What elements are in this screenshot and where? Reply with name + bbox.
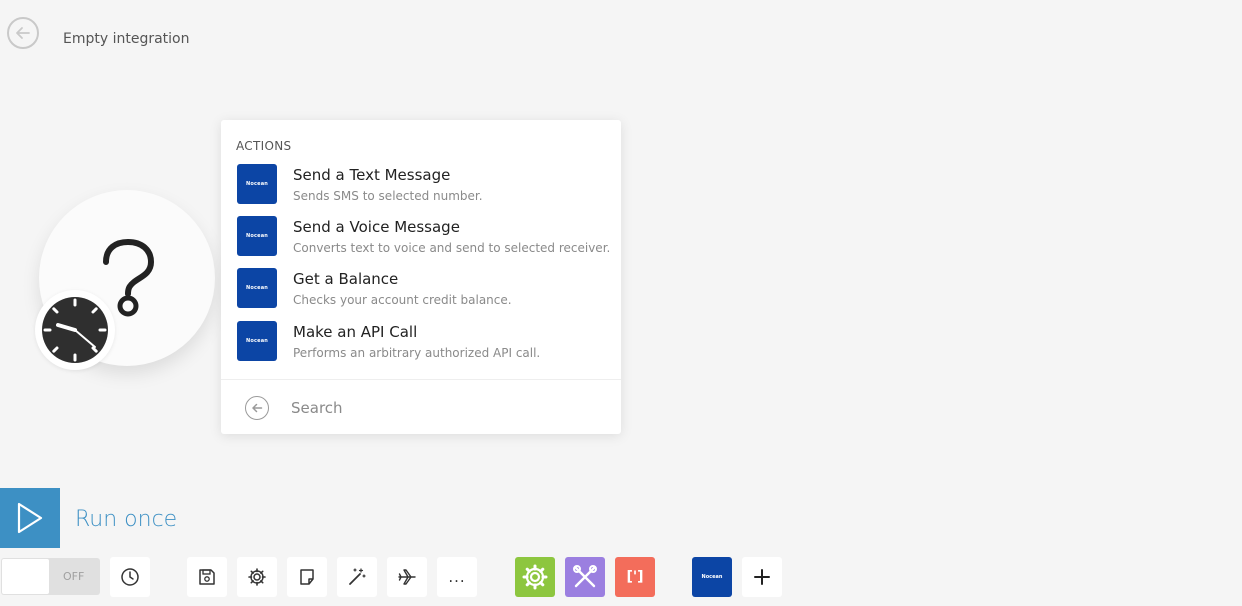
explain-flow-button[interactable]	[387, 557, 427, 597]
brackets-icon: [']	[626, 569, 644, 585]
ellipsis-icon: ...	[448, 568, 466, 586]
auto-align-button[interactable]	[337, 557, 377, 597]
run-once-button[interactable]	[0, 488, 60, 548]
clock-icon	[42, 297, 108, 363]
note-icon	[300, 569, 314, 585]
scheduling-toggle[interactable]: OFF	[1, 558, 100, 595]
action-send-text-message[interactable]: Nocean Send a Text Message Sends SMS to …	[221, 164, 621, 216]
toggle-knob	[2, 559, 49, 594]
crossed-tools-icon	[573, 565, 597, 588]
app-module-button[interactable]: Nocean	[692, 557, 732, 597]
app-logo-icon: Nocean	[701, 574, 723, 580]
add-module-button[interactable]	[742, 557, 782, 597]
toggle-label: OFF	[63, 570, 85, 583]
app-logo-icon: Nocean	[237, 268, 277, 308]
app-logo-icon: Nocean	[237, 321, 277, 361]
back-button[interactable]	[7, 17, 39, 49]
floppy-disk-icon	[199, 569, 215, 585]
arrow-left-icon	[252, 403, 263, 413]
magic-wand-icon	[349, 568, 366, 585]
app-logo-icon: Nocean	[237, 164, 277, 204]
search-row	[221, 380, 621, 434]
actions-heading: ACTIONS	[236, 139, 292, 153]
action-description: Converts text to voice and send to selec…	[293, 241, 611, 255]
text-parser-button[interactable]: [']	[615, 557, 655, 597]
flow-control-button[interactable]	[565, 557, 605, 597]
scenario-title[interactable]: Empty integration	[63, 31, 190, 47]
action-send-voice-message[interactable]: Nocean Send a Voice Message Converts tex…	[221, 216, 621, 268]
notes-button[interactable]	[287, 557, 327, 597]
arrow-left-icon	[16, 27, 30, 39]
airplane-icon	[398, 569, 416, 585]
action-description: Checks your account credit balance.	[293, 293, 512, 307]
search-input[interactable]	[291, 396, 591, 420]
app-logo-icon: Nocean	[237, 216, 277, 256]
tools-button[interactable]	[515, 557, 555, 597]
plus-icon	[754, 569, 770, 585]
action-title: Send a Voice Message	[293, 218, 460, 236]
search-back-button[interactable]	[245, 396, 269, 420]
action-description: Performs an arbitrary authorized API cal…	[293, 346, 541, 360]
scenario-settings-button[interactable]	[237, 557, 277, 597]
schedule-clock[interactable]	[35, 290, 115, 370]
action-description: Sends SMS to selected number.	[293, 189, 483, 203]
gear-icon	[248, 568, 266, 586]
clock-icon	[121, 568, 139, 586]
action-make-api-call[interactable]: Nocean Make an API Call Performs an arbi…	[221, 321, 621, 373]
action-title: Send a Text Message	[293, 166, 451, 184]
actions-panel: ACTIONS Nocean Send a Text Message Sends…	[221, 120, 621, 434]
save-button[interactable]	[187, 557, 227, 597]
action-title: Make an API Call	[293, 323, 418, 341]
gear-icon	[522, 564, 548, 590]
action-title: Get a Balance	[293, 270, 399, 288]
more-options-button[interactable]: ...	[437, 557, 477, 597]
run-once-label[interactable]: Run once	[75, 507, 177, 532]
play-icon	[17, 502, 43, 534]
schedule-settings-button[interactable]	[110, 557, 150, 597]
action-get-balance[interactable]: Nocean Get a Balance Checks your account…	[221, 268, 621, 320]
